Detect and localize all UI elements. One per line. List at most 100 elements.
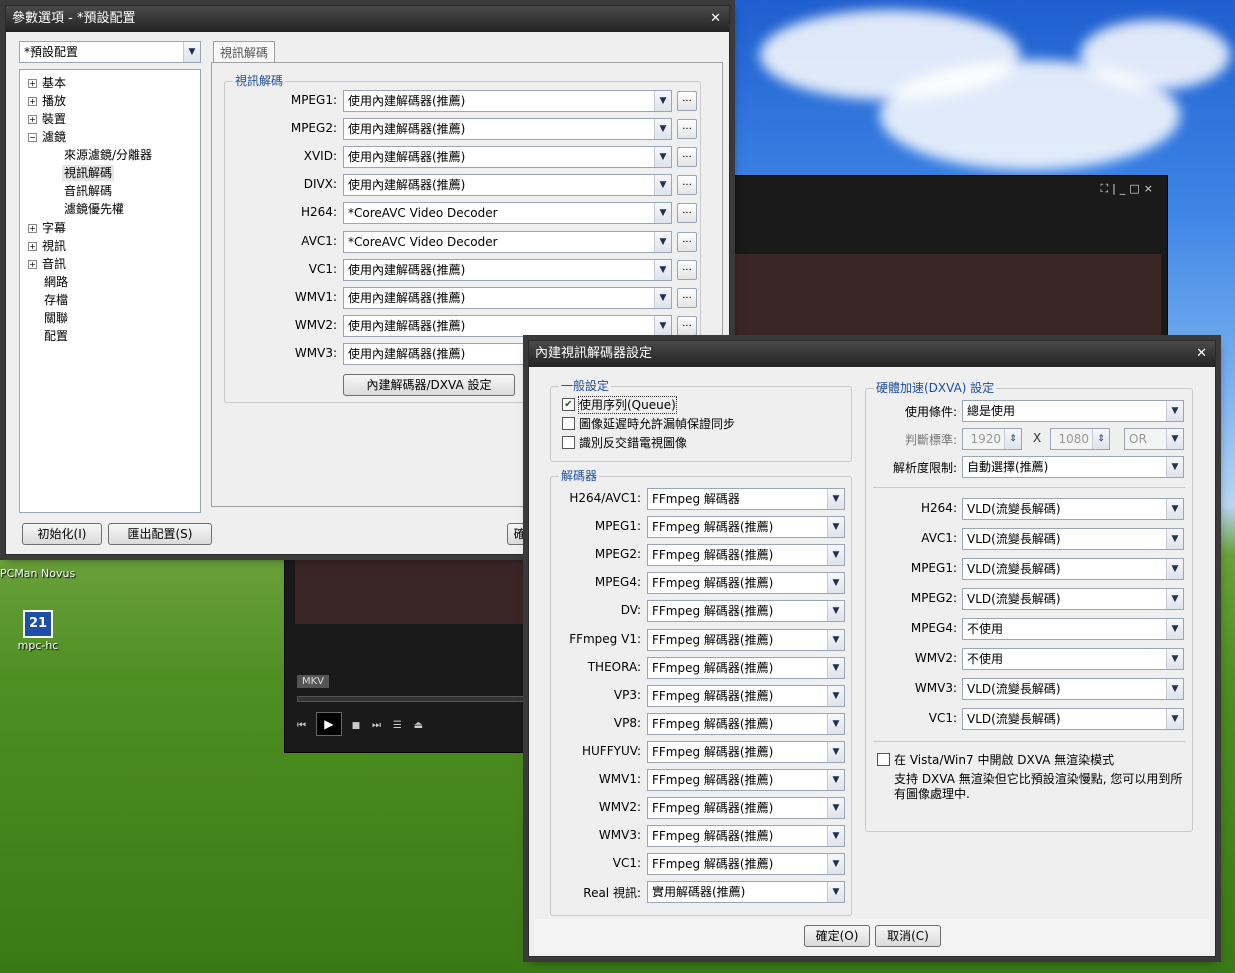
res-select[interactable]: 自動選擇(推薦) ▼ (962, 456, 1184, 478)
frame-drop-checkbox[interactable] (562, 417, 575, 430)
dxva-settings-button[interactable]: 內建解碼器/DXVA 設定 (343, 374, 515, 396)
divider (873, 741, 1185, 742)
decoder-select[interactable]: FFmpeg 解碼器(推薦) ▼ (647, 769, 845, 791)
minimize-icon[interactable]: _ (1120, 182, 1130, 195)
deinterlace-checkbox[interactable] (562, 436, 575, 449)
configure-button[interactable]: ... (677, 147, 697, 168)
expand-icon[interactable]: + (28, 242, 37, 251)
decoder-select[interactable]: FFmpeg 解碼器(推薦) ▼ (647, 797, 845, 820)
expand-icon[interactable]: + (28, 97, 37, 106)
tree-item-audio[interactable]: + 音訊 (28, 256, 66, 272)
hw-select[interactable]: 不使用 ▼ (962, 618, 1184, 640)
maximize-icon[interactable]: □ (1129, 182, 1143, 195)
decoder-select[interactable]: FFmpeg 解碼器(推薦) ▼ (647, 712, 845, 735)
codec-select[interactable]: 使用內建解碼器(推薦) ▼ (343, 146, 672, 169)
codec-select[interactable]: *CoreAVC Video Decoder ▼ (343, 230, 672, 253)
usage-select[interactable]: 總是使用 ▼ (962, 400, 1184, 422)
decoder-select[interactable]: FFmpeg 解碼器(推薦) ▼ (647, 628, 845, 651)
tree-item-save[interactable]: 存檔 (44, 292, 68, 308)
tree-item-network[interactable]: 網路 (44, 274, 68, 290)
decoder-select[interactable]: FFmpeg 解碼器(推薦) ▼ (647, 600, 845, 623)
codec-select[interactable]: 使用內建解碼器(推薦) ▼ (343, 286, 672, 309)
close-icon[interactable]: ✕ (710, 6, 721, 32)
hw-select[interactable]: VLD(流變長解碼) ▼ (962, 708, 1184, 730)
tree-item-filters[interactable]: − 濾鏡 (28, 129, 66, 145)
profile-select[interactable]: *預設配置 ▼ (19, 41, 201, 63)
tree-item-playback[interactable]: + 播放 (28, 93, 66, 109)
height-spinner[interactable]: 1080 ⇕ (1050, 428, 1110, 450)
configure-button[interactable]: ... (677, 259, 697, 280)
hw-select[interactable]: 不使用 ▼ (962, 648, 1184, 670)
stop-button[interactable]: ■ (352, 721, 361, 731)
init-button[interactable]: 初始化(I) (22, 523, 102, 545)
configure-button[interactable]: ... (677, 119, 697, 140)
expand-icon[interactable]: + (28, 260, 37, 269)
configure-button[interactable]: ... (677, 287, 697, 308)
decoder-select[interactable]: FFmpeg 解碼器(推薦) ▼ (647, 825, 845, 848)
cancel-button[interactable]: 取消(C) (875, 925, 941, 947)
export-button[interactable]: 匯出配置(S) (108, 523, 212, 545)
configure-button[interactable]: ... (677, 203, 697, 224)
tab-video-decoder[interactable]: 視訊解碼 (213, 41, 276, 63)
codec-select[interactable]: 使用內建解碼器(推薦) ▼ (343, 258, 672, 281)
close-icon[interactable]: × (1144, 182, 1157, 195)
hw-select[interactable]: VLD(流變長解碼) ▼ (962, 678, 1184, 700)
decoder-select[interactable]: FFmpeg 解碼器(推薦) ▼ (647, 656, 845, 679)
decoder-select[interactable]: FFmpeg 解碼器(推薦) ▼ (647, 853, 845, 876)
next-button[interactable]: ⏭ (372, 720, 381, 731)
decoder-select[interactable]: FFmpeg 解碼器 ▼ (647, 488, 845, 510)
decoder-select[interactable]: FFmpeg 解碼器(推薦) ▼ (647, 544, 845, 567)
configure-button[interactable]: ... (677, 175, 697, 196)
queue-checkbox[interactable]: ✔ (562, 398, 575, 411)
codec-select[interactable]: 使用內建解碼器(推薦) ▼ (343, 90, 672, 112)
configure-button[interactable]: ... (677, 231, 697, 252)
close-icon[interactable]: ✕ (1196, 341, 1207, 367)
codec-select[interactable]: 使用內建解碼器(推薦) ▼ (343, 174, 672, 197)
select-value: FFmpeg 解碼器(推薦) (652, 716, 774, 731)
codec-select[interactable]: *CoreAVC Video Decoder ▼ (343, 202, 672, 225)
operator-select[interactable]: OR ▼ (1124, 428, 1184, 450)
configure-button[interactable]: ... (677, 315, 697, 336)
codec-select[interactable]: 使用內建解碼器(推薦) ▼ (343, 314, 672, 337)
tree-item-associations[interactable]: 關聯 (44, 310, 68, 326)
decoder-select[interactable]: 實用解碼器(推薦) ▼ (647, 881, 845, 904)
desktop-icon-pcman[interactable]: PCMan Novus (0, 566, 80, 582)
decoder-select[interactable]: FFmpeg 解碼器(推薦) ▼ (647, 740, 845, 763)
prev-button[interactable]: ⏮ (297, 720, 306, 731)
tree-item-source-filters[interactable]: 來源濾鏡/分離器 (64, 147, 152, 163)
decoder-select[interactable]: FFmpeg 解碼器(推薦) ▼ (647, 516, 845, 539)
hw-select[interactable]: VLD(流變長解碼) ▼ (962, 558, 1184, 580)
ok-button[interactable]: 確定(O) (804, 925, 870, 947)
criteria-label: 判斷標準: (904, 433, 957, 447)
width-spinner[interactable]: 1920 ⇕ (962, 428, 1022, 450)
decoder-select[interactable]: FFmpeg 解碼器(推薦) ▼ (647, 684, 845, 707)
chevron-down-icon: ▼ (1166, 589, 1183, 609)
configure-button[interactable]: ... (677, 91, 697, 111)
tree-item-video[interactable]: + 視訊 (28, 238, 66, 254)
tree-item-subtitles[interactable]: + 字幕 (28, 220, 66, 236)
hw-select[interactable]: VLD(流變長解碼) ▼ (962, 528, 1184, 550)
tree-item-filter-priority[interactable]: 濾鏡優先權 (64, 201, 124, 217)
desktop-icon-mpc-hc[interactable]: 21 mpc-hc (8, 610, 68, 660)
expand-icon[interactable]: + (28, 115, 37, 124)
tree-item-audio-decoder[interactable]: 音訊解碼 (64, 183, 112, 199)
expand-icon[interactable]: + (28, 79, 37, 88)
expand-icon[interactable]: + (28, 224, 37, 233)
codec-select[interactable]: 使用內建解碼器(推薦) ▼ (343, 118, 672, 141)
tree-item-video-decoder[interactable]: 視訊解碼 (62, 165, 115, 181)
tree-item-config[interactable]: 配置 (44, 328, 68, 344)
decoder-select[interactable]: FFmpeg 解碼器(推薦) ▼ (647, 572, 845, 595)
fullscreen-icon[interactable]: ⛶ (1100, 182, 1112, 195)
hw-select[interactable]: VLD(流變長解碼) ▼ (962, 588, 1184, 610)
play-button[interactable]: ▶ (315, 712, 342, 736)
collapse-icon[interactable]: − (28, 133, 37, 142)
chevron-down-icon: ▼ (654, 119, 671, 140)
eject-button[interactable]: ⏏ (414, 720, 423, 731)
hw-select[interactable]: VLD(流變長解碼) ▼ (962, 498, 1184, 520)
seek-bar[interactable] (297, 696, 527, 702)
playlist-button[interactable]: ☰ (393, 720, 402, 731)
tree-item-devices[interactable]: + 裝置 (28, 111, 66, 127)
vista-checkbox[interactable] (877, 753, 890, 766)
group-title: 解碼器 (559, 468, 600, 484)
tree-item-basic[interactable]: + 基本 (28, 75, 66, 91)
